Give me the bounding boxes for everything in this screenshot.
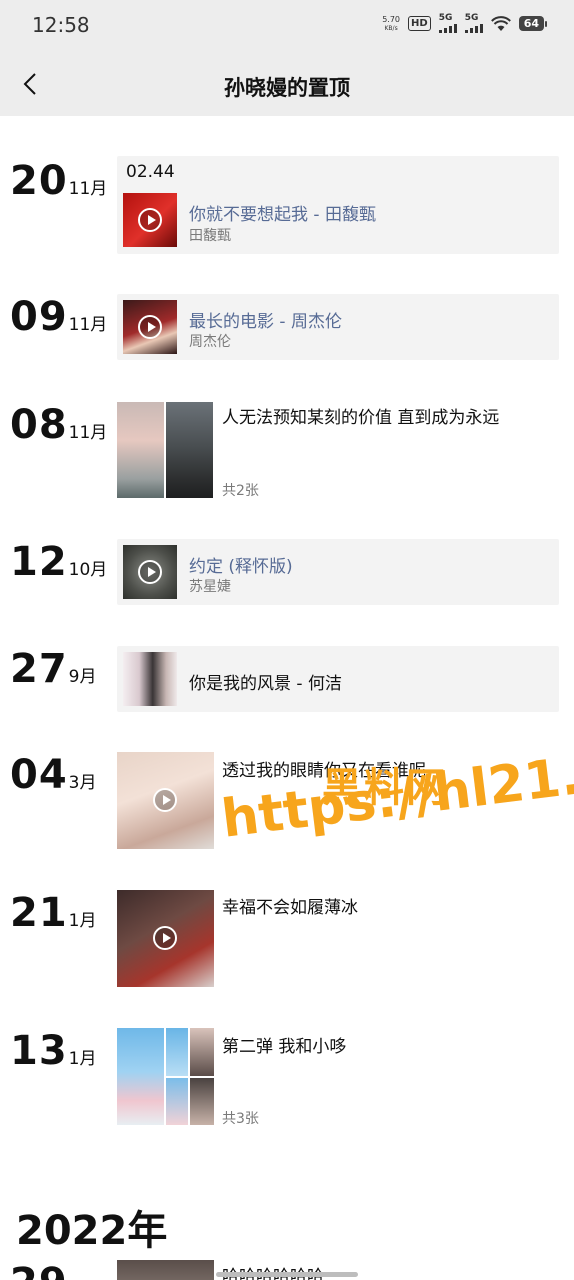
- home-indicator[interactable]: [216, 1272, 358, 1277]
- wifi-icon: [490, 15, 511, 31]
- entry-month: 11月: [68, 423, 108, 443]
- entry-day: 04: [10, 752, 68, 798]
- net-speed-unit: KB/s: [384, 24, 398, 32]
- photo-count: 共2张: [222, 483, 259, 499]
- entry-date: 13 1月: [10, 1028, 97, 1074]
- entry-day: 12: [10, 539, 68, 585]
- music-title: 最长的电影 - 周杰伦: [189, 312, 342, 332]
- video-thumbnail[interactable]: [117, 752, 214, 849]
- music-artist: 田馥甄: [189, 228, 231, 244]
- play-icon: [153, 788, 177, 812]
- music-card[interactable]: 你是我的风景 - 何洁: [117, 646, 559, 712]
- music-card[interactable]: 约定 (释怀版) 苏星婕: [117, 539, 559, 605]
- music-card[interactable]: 02.44 你就不要想起我 - 田馥甄 田馥甄: [117, 156, 559, 254]
- music-title: 你是我的风景 - 何洁: [189, 674, 342, 694]
- timeline-entry: 21 1月 幸福不会如履薄冰: [0, 888, 574, 993]
- music-artist: 苏星婕: [189, 579, 231, 595]
- music-title: 约定 (释怀版): [189, 557, 293, 577]
- status-icons: 5.70 KB/s HD 5G 5G 64: [382, 13, 548, 33]
- photo-thumbnail[interactable]: [166, 1078, 188, 1125]
- play-icon: [153, 926, 177, 950]
- music-title: 你就不要想起我 - 田馥甄: [189, 205, 376, 225]
- photo-thumbnail[interactable]: [190, 1078, 214, 1125]
- album-cover: [123, 652, 177, 706]
- album-cover: [123, 545, 177, 599]
- timeline-entry: 12 10月 约定 (释怀版) 苏星婕: [0, 535, 574, 607]
- year-header: 2022年: [16, 1208, 168, 1254]
- photo-thumbnail[interactable]: [117, 402, 164, 498]
- net-speed-value: 5.70: [382, 14, 401, 24]
- timeline-entry: 08 11月 人无法预知某刻的价值 直到成为永远 共2张: [0, 400, 574, 500]
- entry-day: 21: [10, 890, 68, 936]
- nav-bar: 孙晓嫚的置顶: [0, 52, 574, 116]
- entry-month: 9月: [68, 667, 97, 687]
- play-icon: [138, 208, 162, 232]
- entry-date: 12 10月: [10, 539, 107, 585]
- play-icon: [138, 560, 162, 584]
- signal-icon: 5G: [464, 13, 483, 33]
- photo-thumbnail[interactable]: [166, 402, 213, 498]
- photo-thumbnail[interactable]: [117, 1260, 214, 1280]
- play-icon: [138, 315, 162, 339]
- status-time: 12:58: [32, 13, 90, 37]
- battery-icon: 64: [518, 16, 548, 31]
- signal-label: 5G: [438, 13, 453, 23]
- music-artist: 周杰伦: [189, 334, 231, 350]
- entry-day: 13: [10, 1028, 68, 1074]
- signal-label: 5G: [464, 13, 479, 23]
- post-text: 02.44: [126, 162, 175, 182]
- music-card[interactable]: 最长的电影 - 周杰伦 周杰伦: [117, 294, 559, 360]
- page-title: 孙晓嫚的置顶: [224, 76, 350, 100]
- entry-date: 09 11月: [10, 294, 107, 340]
- entry-month: 3月: [68, 773, 97, 793]
- entry-month: 11月: [68, 315, 108, 335]
- post-text: 幸福不会如履薄冰: [222, 898, 358, 918]
- timeline-entry: 13 1月 第二弹 我和小哆 共3张: [0, 1026, 574, 1131]
- entry-day: 08: [10, 402, 68, 448]
- entry-date: 08 11月: [10, 402, 107, 448]
- timeline-entry: 27 9月 你是我的风景 - 何洁: [0, 642, 574, 714]
- post-text: 第二弹 我和小哆: [222, 1037, 347, 1057]
- post-text: 哈哈哈哈哈哈: [222, 1262, 324, 1280]
- net-speed: 5.70 KB/s: [382, 15, 400, 33]
- photo-thumbnail[interactable]: [190, 1028, 214, 1076]
- entry-month: 10月: [68, 560, 108, 580]
- timeline-entry: 09 11月 最长的电影 - 周杰伦 周杰伦: [0, 290, 574, 360]
- entry-date: 27 9月: [10, 646, 97, 692]
- entry-date: 20 11月: [10, 158, 107, 204]
- album-cover: [123, 193, 177, 247]
- status-bar: 12:58 5.70 KB/s HD 5G 5G 64: [0, 0, 574, 52]
- signal-icon: 5G: [438, 13, 457, 33]
- photo-count: 共3张: [222, 1111, 259, 1127]
- timeline-entry: 20 11月 02.44 你就不要想起我 - 田馥甄 田馥甄: [0, 150, 574, 260]
- entry-day: 29: [10, 1260, 68, 1280]
- entry-date: 21 1月: [10, 890, 97, 936]
- entry-day: 20: [10, 158, 68, 204]
- entry-date: 29: [10, 1260, 68, 1280]
- entry-day: 27: [10, 646, 68, 692]
- album-cover: [123, 300, 177, 354]
- photo-thumbnail[interactable]: [117, 1028, 164, 1125]
- post-text: 人无法预知某刻的价值 直到成为永远: [222, 408, 500, 428]
- entry-month: 1月: [68, 1049, 97, 1069]
- video-thumbnail[interactable]: [117, 890, 214, 987]
- photo-thumbnail[interactable]: [166, 1028, 188, 1076]
- hd-icon: HD: [408, 16, 431, 31]
- entry-month: 11月: [68, 179, 108, 199]
- entry-date: 04 3月: [10, 752, 97, 798]
- entry-day: 09: [10, 294, 68, 340]
- entry-month: 1月: [68, 911, 97, 931]
